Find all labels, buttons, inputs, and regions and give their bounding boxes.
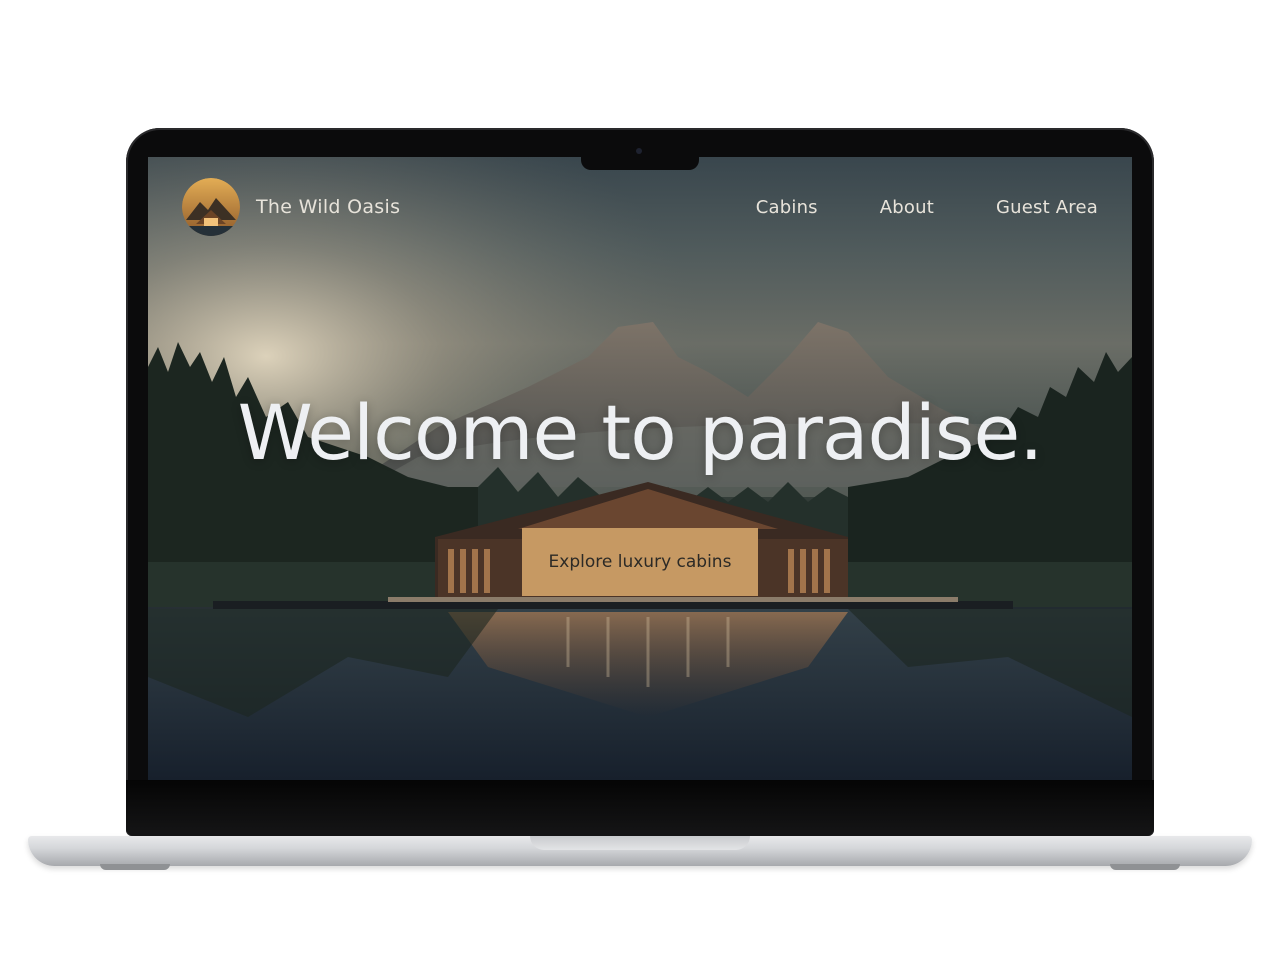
brand-name: The Wild Oasis [256,196,401,218]
laptop-bezel-bottom [126,780,1154,836]
nav-links: Cabins About Guest Area [756,197,1098,218]
laptop-foot-left [100,864,170,870]
nav-link-cabins[interactable]: Cabins [756,197,818,218]
laptop-foot-right [1110,864,1180,870]
laptop-base-groove [530,836,750,850]
brand-home-link[interactable]: The Wild Oasis [182,178,400,236]
mountain-cabin-logo-icon [182,178,240,236]
nav-link-about[interactable]: About [880,197,934,218]
camera-icon [636,148,642,154]
hero-headline: Welcome to paradise. [237,388,1044,477]
explore-cabins-button[interactable]: Explore luxury cabins [522,528,758,596]
top-navigation: The Wild Oasis Cabins About Guest Area [148,157,1132,257]
website-screen: The Wild Oasis Cabins About Guest Area W… [148,157,1132,780]
nav-link-guest-area[interactable]: Guest Area [996,197,1098,218]
